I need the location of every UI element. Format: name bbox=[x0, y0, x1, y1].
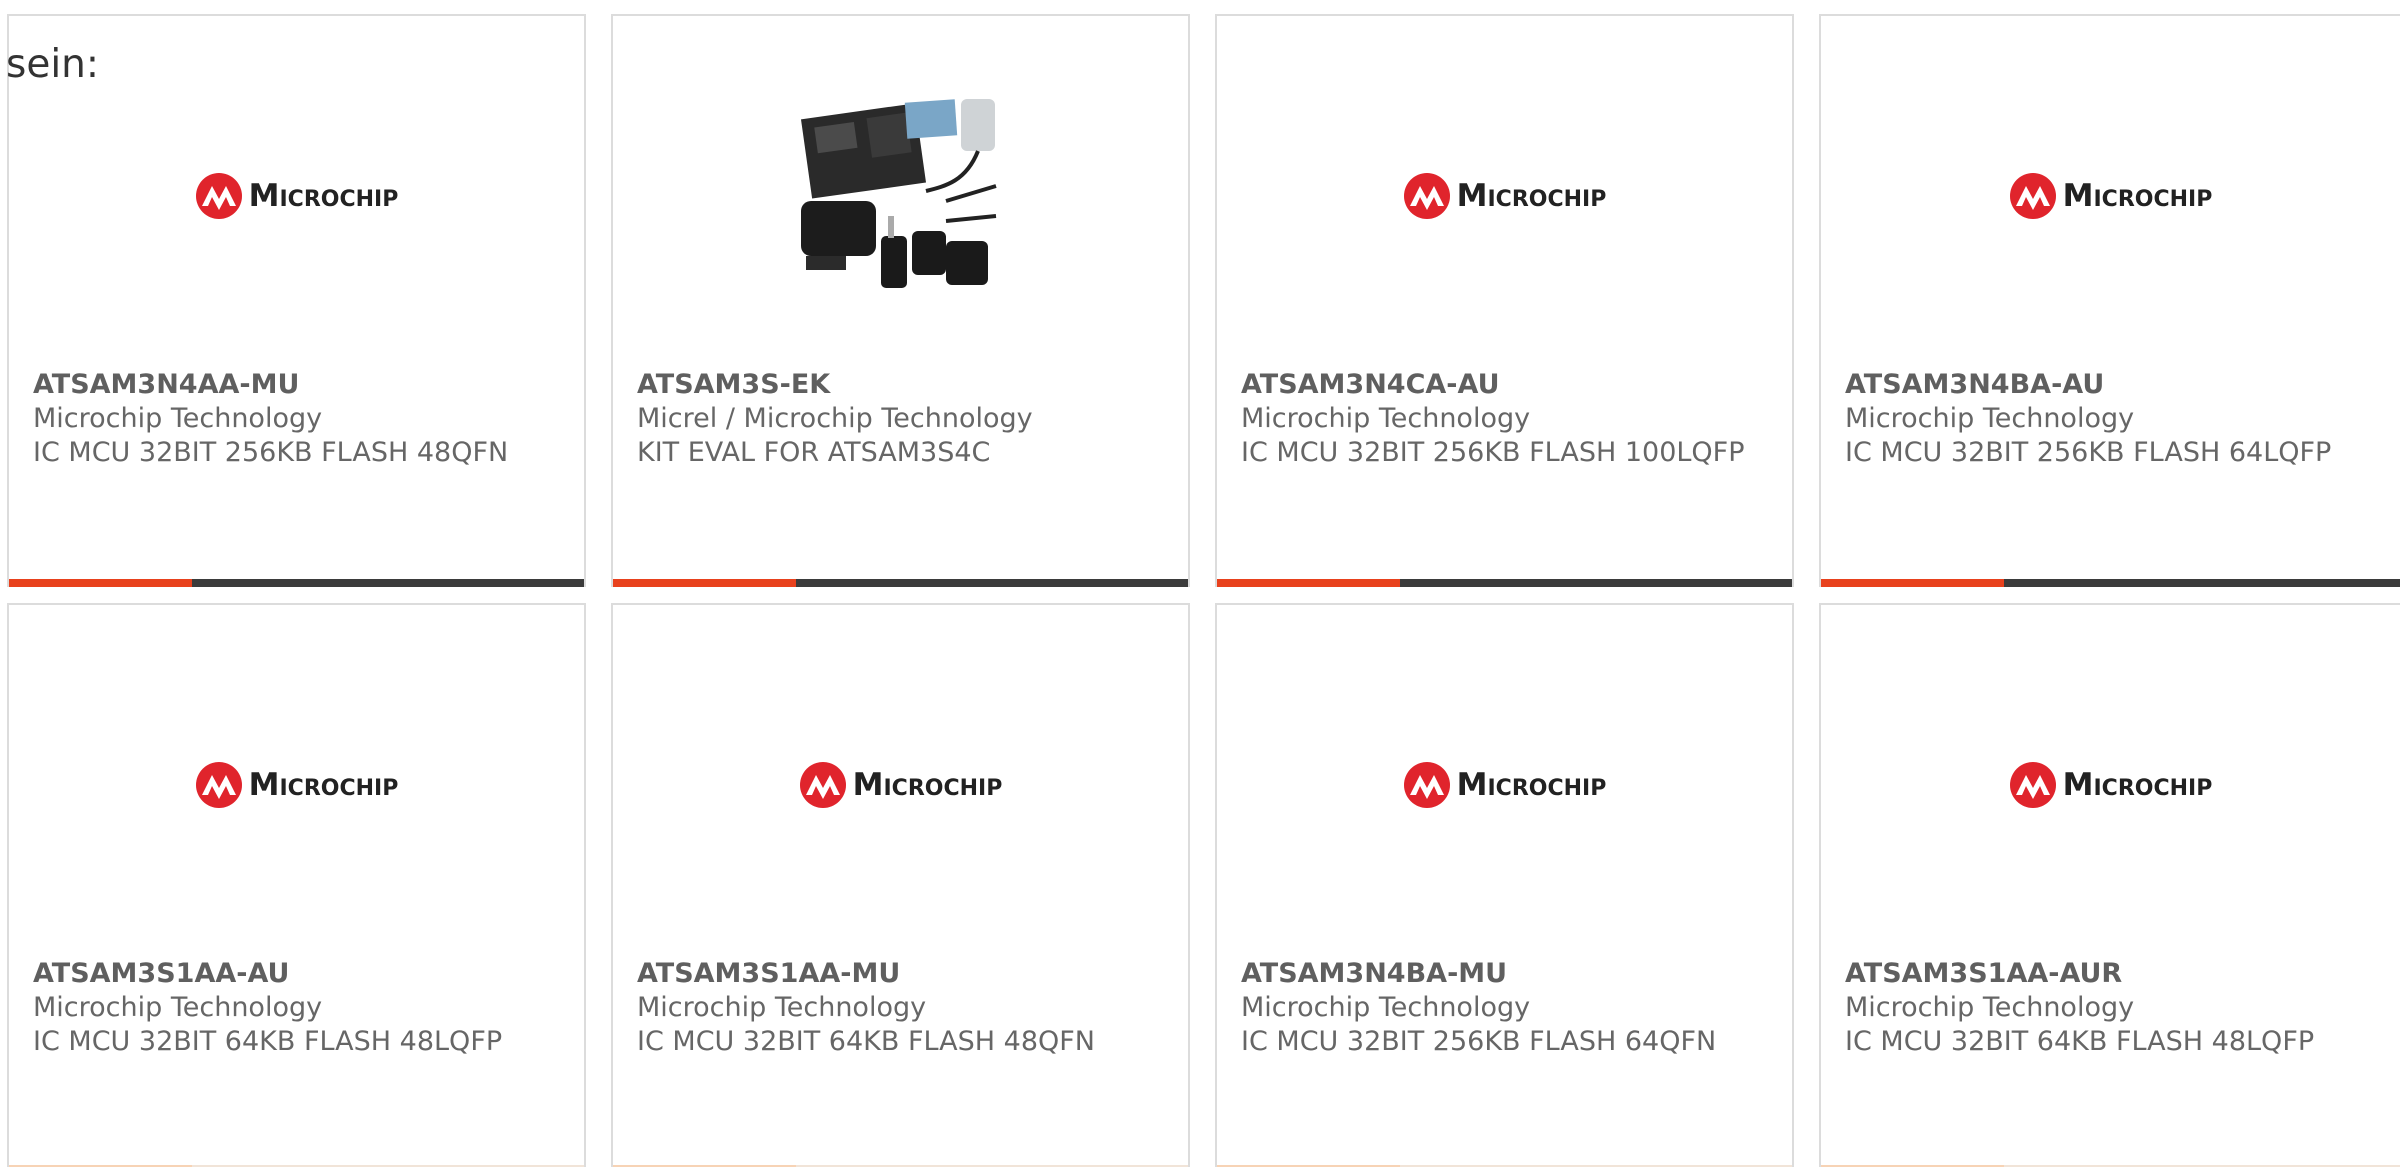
manufacturer: Microchip Technology bbox=[637, 992, 927, 1023]
microchip-logo: Microchip bbox=[195, 761, 399, 809]
description: IC MCU 32BIT 256KB FLASH 64LQFP bbox=[1845, 437, 2332, 468]
microchip-logo-icon bbox=[1403, 173, 1450, 219]
logo-text: Microchip bbox=[2062, 178, 2213, 214]
part-number[interactable]: ATSAM3S1AA-MU bbox=[637, 957, 1168, 991]
manufacturer: Micrel / Microchip Technology bbox=[637, 403, 1033, 434]
description: IC MCU 32BIT 64KB FLASH 48LQFP bbox=[1845, 1026, 2315, 1057]
logo-text: Microchip bbox=[2062, 767, 2213, 803]
manufacturer: Microchip Technology bbox=[33, 403, 323, 434]
microchip-logo: Microchip bbox=[195, 172, 399, 220]
part-number[interactable]: ATSAM3N4CA-AU bbox=[1241, 368, 1772, 402]
part-number[interactable]: ATSAM3S1AA-AUR bbox=[1845, 957, 2380, 991]
product-image: Microchip bbox=[9, 665, 584, 905]
description: KIT EVAL FOR ATSAM3S4C bbox=[637, 437, 991, 468]
manufacturer: Microchip Technology bbox=[1241, 992, 1531, 1023]
product-card[interactable]: ATSAM3S-EK Micrel / Microchip Technology… bbox=[611, 14, 1190, 587]
product-image: Microchip bbox=[1217, 665, 1792, 905]
microchip-logo: Microchip bbox=[1403, 761, 1607, 809]
microchip-logo: Microchip bbox=[2009, 761, 2213, 809]
product-card[interactable]: Microchip ATSAM3S1AA-AU Microchip Techno… bbox=[7, 603, 586, 1167]
eval-kit-photo bbox=[800, 99, 997, 288]
microchip-logo: Microchip bbox=[2009, 172, 2213, 220]
product-image: Microchip bbox=[613, 665, 1188, 905]
card-bar bbox=[1217, 579, 1792, 587]
logo-text: Microchip bbox=[1456, 767, 1607, 803]
logo-text: Microchip bbox=[852, 767, 1003, 803]
logo-text: Microchip bbox=[1456, 178, 1607, 214]
part-number[interactable]: ATSAM3N4BA-MU bbox=[1241, 957, 1772, 991]
card-bar bbox=[9, 579, 584, 587]
description: IC MCU 32BIT 256KB FLASH 64QFN bbox=[1241, 1026, 1717, 1057]
description: IC MCU 32BIT 64KB FLASH 48QFN bbox=[637, 1026, 1095, 1057]
microchip-logo-icon bbox=[195, 173, 242, 219]
microchip-logo-icon bbox=[2009, 762, 2056, 808]
part-number[interactable]: ATSAM3N4AA-MU bbox=[33, 368, 564, 402]
part-number[interactable]: ATSAM3S-EK bbox=[637, 368, 1168, 402]
product-image: Microchip bbox=[1217, 76, 1792, 316]
microchip-logo: Microchip bbox=[1403, 172, 1607, 220]
product-image: Microchip bbox=[1821, 76, 2400, 316]
product-card[interactable]: Microchip ATSAM3N4BA-AU Microchip Techno… bbox=[1819, 14, 2400, 587]
card-bar bbox=[613, 579, 1188, 587]
manufacturer: Microchip Technology bbox=[1241, 403, 1531, 434]
product-card[interactable]: Microchip ATSAM3N4BA-MU Microchip Techno… bbox=[1215, 603, 1794, 1167]
microchip-logo-icon bbox=[799, 762, 846, 808]
product-image: Microchip bbox=[9, 76, 584, 316]
product-card[interactable]: Microchip ATSAM3S1AA-AUR Microchip Techn… bbox=[1819, 603, 2400, 1167]
part-number[interactable]: ATSAM3N4BA-AU bbox=[1845, 368, 2380, 402]
description: IC MCU 32BIT 256KB FLASH 100LQFP bbox=[1241, 437, 1745, 468]
microchip-logo-icon bbox=[195, 762, 242, 808]
product-image bbox=[613, 76, 1188, 316]
description: IC MCU 32BIT 64KB FLASH 48LQFP bbox=[33, 1026, 503, 1057]
manufacturer: Microchip Technology bbox=[33, 992, 323, 1023]
product-image: Microchip bbox=[1821, 665, 2400, 905]
intro-text: sein: bbox=[6, 42, 100, 87]
product-card[interactable]: Microchip ATSAM3N4AA-MU Microchip Techno… bbox=[7, 14, 586, 587]
product-card[interactable]: Microchip ATSAM3N4CA-AU Microchip Techno… bbox=[1215, 14, 1794, 587]
logo-text: Microchip bbox=[248, 178, 399, 214]
product-card[interactable]: Microchip ATSAM3S1AA-MU Microchip Techno… bbox=[611, 603, 1190, 1167]
logo-text: Microchip bbox=[248, 767, 399, 803]
part-number[interactable]: ATSAM3S1AA-AU bbox=[33, 957, 564, 991]
manufacturer: Microchip Technology bbox=[1845, 403, 2135, 434]
microchip-logo-icon bbox=[2009, 173, 2056, 219]
manufacturer: Microchip Technology bbox=[1845, 992, 2135, 1023]
card-bar bbox=[1821, 579, 2400, 587]
description: IC MCU 32BIT 256KB FLASH 48QFN bbox=[33, 437, 509, 468]
microchip-logo: Microchip bbox=[799, 761, 1003, 809]
microchip-logo-icon bbox=[1403, 762, 1450, 808]
